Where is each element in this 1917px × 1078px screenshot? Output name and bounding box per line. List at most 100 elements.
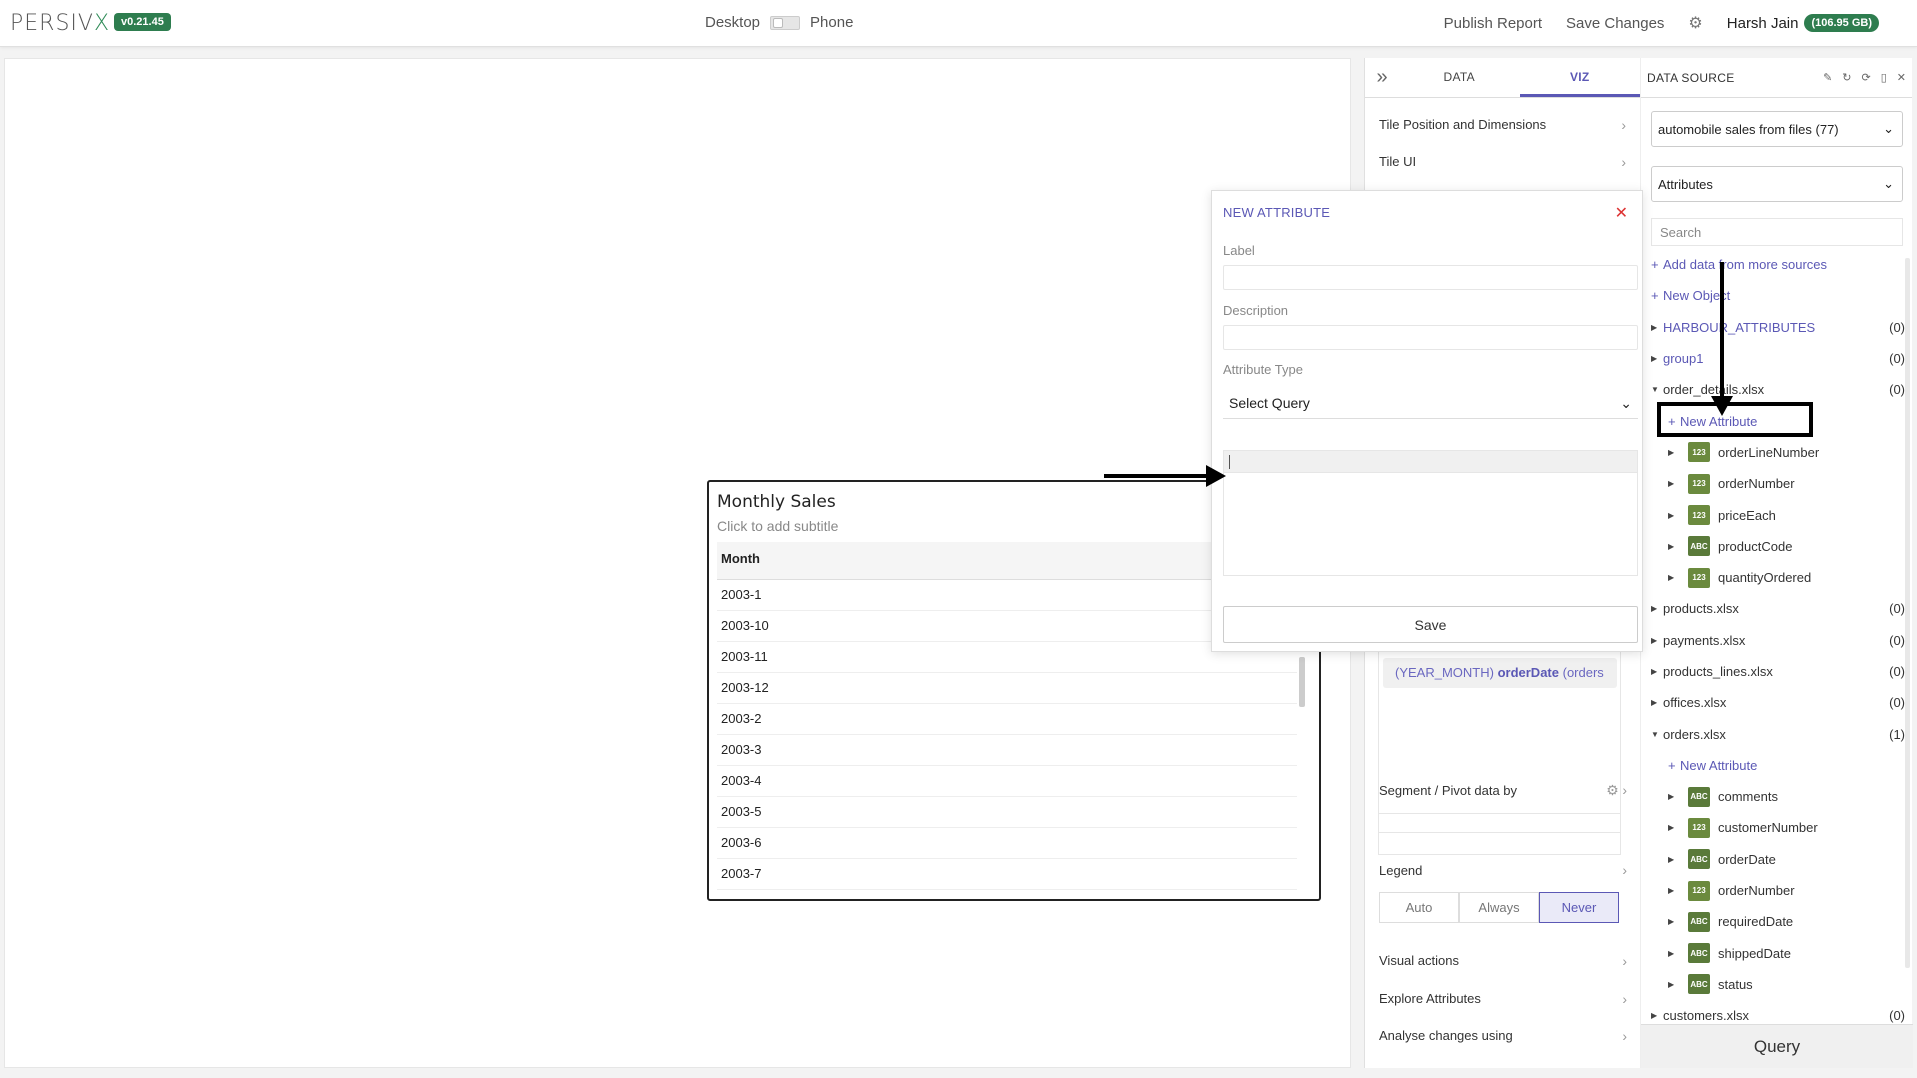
caret-right-icon: ▶ — [1668, 510, 1675, 520]
new-object-link[interactable]: + New Object — [1651, 280, 1905, 311]
column-header-month[interactable]: Month — [717, 542, 1297, 580]
plus-icon: + — [1651, 257, 1659, 273]
attribute-item[interactable]: ▶ ABC comments — [1651, 781, 1905, 812]
numeric-type-icon: 123 — [1688, 880, 1710, 901]
caret-right-icon: ▶ — [1668, 948, 1675, 958]
new-attribute-modal: NEW ATTRIBUTE ✕ Label Description Attrib… — [1211, 190, 1643, 652]
expand-panel-icon[interactable]: » — [1365, 58, 1399, 97]
caret-right-icon: ▶ — [1651, 635, 1658, 645]
text-type-icon: ABC — [1688, 911, 1710, 932]
caret-right-icon: ▶ — [1668, 573, 1675, 583]
settings-icon[interactable]: ⚙ — [1606, 782, 1619, 798]
tile-ui-row[interactable]: Tile UI › — [1365, 143, 1640, 180]
annotation-arrow-right — [1104, 465, 1226, 487]
desktop-label[interactable]: Desktop — [705, 14, 760, 31]
tree-group[interactable]: ▶ products.xlsx (0) — [1651, 593, 1905, 624]
caret-right-icon: ▶ — [1651, 667, 1658, 676]
tile-scrollbar[interactable] — [1299, 657, 1305, 707]
tile-position-row[interactable]: Tile Position and Dimensions › — [1365, 106, 1640, 143]
tab-viz[interactable]: VIZ — [1519, 58, 1640, 97]
description-field-label: Description — [1223, 303, 1289, 318]
annotation-arrow-down — [1711, 262, 1733, 416]
attribute-item[interactable]: ▶ 123 customerNumber — [1651, 812, 1905, 843]
panel-tabs: » DATA VIZ — [1365, 58, 1640, 98]
close-icon[interactable]: ✕ — [1615, 203, 1628, 223]
sync-icon[interactable]: ⟳ — [1862, 71, 1871, 84]
publish-report-button[interactable]: Publish Report — [1444, 15, 1542, 32]
new-attribute-link[interactable]: + New Attribute — [1651, 750, 1905, 781]
caret-down-icon: ▼ — [1651, 729, 1659, 739]
annotation-highlight-box — [1657, 402, 1813, 437]
source-select[interactable]: automobile sales from files (77) ⌄ — [1651, 111, 1903, 147]
attribute-item[interactable]: ▶ ABC orderDate — [1651, 844, 1905, 875]
add-data-link[interactable]: + Add data from more sources — [1651, 249, 1905, 280]
table-row: 2003-1 — [717, 580, 1297, 611]
modal-title: NEW ATTRIBUTE — [1223, 205, 1331, 220]
legend-auto-button[interactable]: Auto — [1379, 892, 1459, 923]
description-input[interactable] — [1223, 325, 1638, 350]
attribute-item[interactable]: ▶ ABC requiredDate — [1651, 906, 1905, 937]
attribute-item[interactable]: ▶ 123 orderLineNumber — [1651, 437, 1905, 468]
tree-scrollbar[interactable] — [1905, 258, 1910, 968]
attribute-item[interactable]: ▶ 123 quantityOrdered — [1651, 562, 1905, 593]
attribute-item[interactable]: ▶ 123 orderNumber — [1651, 875, 1905, 906]
attribute-item[interactable]: ▶ ABC productCode — [1651, 531, 1905, 562]
file-icon[interactable]: ▯ — [1881, 71, 1887, 84]
caret-right-icon: ▶ — [1668, 541, 1675, 551]
search-input[interactable]: Search — [1651, 218, 1903, 246]
chevron-right-icon: › — [1621, 153, 1626, 170]
segment-row[interactable]: Segment / Pivot data by ⚙ › — [1365, 772, 1641, 809]
tree-group[interactable]: ▶ group1 (0) — [1651, 343, 1905, 374]
segment-dropzone[interactable] — [1378, 813, 1621, 855]
caret-right-icon: ▶ — [1668, 823, 1675, 833]
attribute-item[interactable]: ▶ 123 orderNumber — [1651, 468, 1905, 499]
explore-attributes-row[interactable]: Explore Attributes › — [1365, 980, 1641, 1017]
collapse-icon[interactable]: ✕ — [1897, 71, 1906, 84]
legend-row[interactable]: Legend › — [1365, 855, 1641, 885]
text-cursor — [1229, 455, 1230, 469]
user-menu[interactable]: Harsh Jain (106.95 GB) — [1727, 14, 1879, 32]
legend-never-button[interactable]: Never — [1539, 892, 1619, 923]
legend-always-button[interactable]: Always — [1459, 892, 1539, 923]
device-switch[interactable] — [770, 15, 801, 30]
analyse-changes-row[interactable]: Analyse changes using › — [1365, 1017, 1641, 1054]
attribute-tree: + Add data from more sources + New Object … — [1651, 249, 1905, 1031]
tree-group[interactable]: ▼ orders.xlsx (1) — [1651, 718, 1905, 749]
tree-group[interactable]: ▼ order_details.xlsx (0) — [1651, 374, 1905, 405]
numeric-type-icon: 123 — [1688, 473, 1710, 494]
legend-options: Auto Always Never — [1379, 892, 1619, 923]
chevron-right-icon: › — [1622, 782, 1627, 798]
refresh-icon[interactable]: ↻ — [1842, 71, 1851, 84]
text-type-icon: ABC — [1688, 974, 1710, 995]
table-row: 2003-5 — [717, 797, 1297, 828]
query-button[interactable]: Query — [1641, 1024, 1913, 1068]
visual-actions-row[interactable]: Visual actions › — [1365, 942, 1641, 979]
attribute-item[interactable]: ▶ 123 priceEach — [1651, 499, 1905, 530]
tree-group[interactable]: ▶ offices.xlsx (0) — [1651, 687, 1905, 718]
numeric-type-icon: 123 — [1688, 442, 1710, 463]
chevron-right-icon: › — [1622, 862, 1627, 878]
caret-right-icon: ▶ — [1651, 698, 1658, 708]
tab-data[interactable]: DATA — [1399, 58, 1520, 97]
label-field-label: Label — [1223, 243, 1255, 258]
tree-group[interactable]: ▶ HARBOUR_ATTRIBUTES (0) — [1651, 312, 1905, 343]
dimension-pill[interactable]: (YEAR_MONTH) orderDate (orders — [1383, 658, 1617, 688]
text-type-icon: ABC — [1688, 536, 1710, 557]
label-input[interactable] — [1223, 265, 1638, 290]
edit-icon[interactable]: ✎ — [1823, 71, 1832, 84]
phone-label[interactable]: Phone — [810, 14, 853, 31]
save-button[interactable]: Save — [1223, 606, 1638, 643]
tree-group[interactable]: ▶ payments.xlsx (0) — [1651, 625, 1905, 656]
attribute-type-select[interactable]: Select Query ⌄ — [1223, 388, 1638, 419]
tree-group[interactable]: ▶ products_lines.xlsx (0) — [1651, 656, 1905, 687]
attribute-item[interactable]: ▶ ABC shippedDate — [1651, 938, 1905, 969]
data-source-header: DATA SOURCE ✎ ↻ ⟳ ▯ ✕ — [1641, 58, 1912, 98]
plus-icon: + — [1668, 757, 1676, 773]
type-select[interactable]: Attributes ⌄ — [1651, 166, 1903, 202]
query-editor[interactable] — [1223, 450, 1638, 576]
logo: PERSIVX — [10, 11, 111, 36]
attribute-item[interactable]: ▶ ABC status — [1651, 969, 1905, 1000]
editor-toolbar — [1224, 451, 1637, 473]
save-changes-button[interactable]: Save Changes — [1566, 15, 1664, 32]
gear-icon[interactable]: ⚙ — [1688, 13, 1702, 33]
